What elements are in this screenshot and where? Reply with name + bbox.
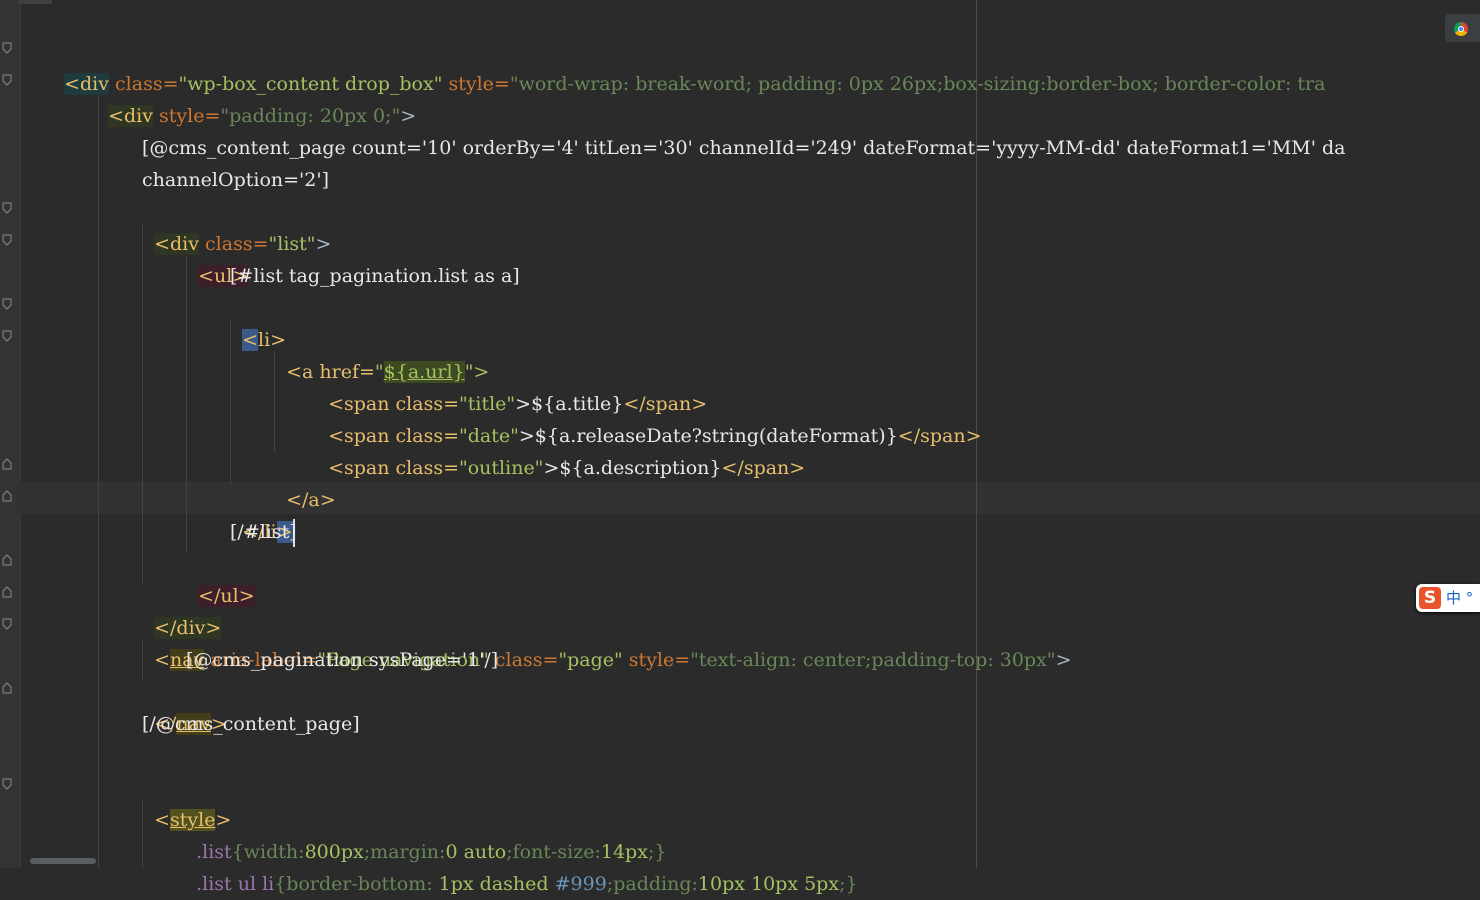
css-text: {border-bottom: xyxy=(274,873,439,895)
chrome-icon[interactable] xyxy=(1454,22,1468,36)
code-line-8[interactable]: [#list tag_pagination.list as a] xyxy=(230,260,520,292)
code-line-19[interactable]: <nav aria-label="Page navigation" class=… xyxy=(142,612,1071,671)
css-value: 10px 10px 5px xyxy=(697,873,840,895)
nav-bracket: < xyxy=(154,649,171,671)
code-line-20[interactable]: [@cms_pagination sysPage='1'/] xyxy=(186,644,498,676)
span-close-tag: </span> xyxy=(721,457,806,479)
code-line-14[interactable]: </a> xyxy=(274,452,336,511)
fold-marker-icon[interactable] xyxy=(2,298,12,310)
css-value: 1px dashed xyxy=(438,873,549,895)
fold-marker-icon[interactable] xyxy=(2,74,12,86)
span-tag: <span class= xyxy=(328,457,459,479)
tag-close: > xyxy=(1055,649,1072,671)
attr-value: "padding: 20px 0;" xyxy=(220,105,401,127)
attr-name: class= xyxy=(488,649,559,671)
css-text: ;} xyxy=(839,873,858,895)
div-tag: <div xyxy=(108,105,153,127)
expression: >${a.description} xyxy=(543,457,722,479)
css-color: #999 xyxy=(548,873,607,895)
code-line-6[interactable]: <div class="list"> xyxy=(142,196,331,255)
attr-name: style= xyxy=(622,649,691,671)
code-line-24[interactable]: <style> xyxy=(142,772,231,831)
indent-guide xyxy=(186,256,187,552)
code-line-10[interactable]: <a href="${a.url}"> xyxy=(274,324,489,383)
span-close-tag: </span> xyxy=(897,425,982,447)
code-line-12[interactable]: <span class="date">${a.releaseDate?strin… xyxy=(316,388,981,447)
attr-name: style= xyxy=(442,73,510,95)
tag-close: > xyxy=(400,105,417,127)
fold-marker-icon[interactable] xyxy=(2,202,12,214)
fold-marker-icon[interactable] xyxy=(2,778,12,790)
fold-marker-icon[interactable] xyxy=(2,234,12,246)
fold-end-icon[interactable] xyxy=(2,554,12,566)
attr-value: "word-wrap: break-word; padding: 0px 26p… xyxy=(509,73,1326,95)
code-line-15[interactable]: </li> xyxy=(230,484,295,547)
fold-marker-icon[interactable] xyxy=(2,330,12,342)
code-line-4[interactable]: [@cms_content_page count='10' orderBy='4… xyxy=(142,132,1346,164)
attr-value: "outline" xyxy=(459,457,544,479)
code-line-16[interactable]: [/#list] xyxy=(230,516,297,548)
attr-value: "page" xyxy=(558,649,623,671)
fold-marker-icon[interactable] xyxy=(2,618,12,630)
indent-guide xyxy=(142,224,143,584)
css-selector: .list ul li xyxy=(196,873,275,895)
li-tag-bracket: < xyxy=(242,329,259,351)
fold-end-icon[interactable] xyxy=(2,586,12,598)
attr-name: style= xyxy=(153,105,221,127)
fold-end-icon[interactable] xyxy=(2,458,12,470)
code-line-9[interactable]: <li> xyxy=(230,292,286,351)
tag-close: > xyxy=(315,233,332,255)
fold-end-icon[interactable] xyxy=(2,490,12,502)
code-line-25[interactable]: .list{width:800px;margin:0 auto;font-siz… xyxy=(184,804,666,863)
code-line-13[interactable]: <span class="outline">${a.description}</… xyxy=(316,420,805,479)
code-line-2[interactable]: <div style="padding: 20px 0;"> xyxy=(96,68,416,127)
code-line-11[interactable]: <span class="title">${a.title}</span> xyxy=(316,356,707,415)
code-line-22[interactable]: [/@cms_content_page] xyxy=(142,708,360,740)
code-line-5[interactable]: channelOption='2'] xyxy=(142,164,329,196)
sogou-logo-icon: S xyxy=(1419,587,1441,609)
editor-gutter xyxy=(0,0,21,868)
fold-end-icon[interactable] xyxy=(2,682,12,694)
css-text: ;padding: xyxy=(606,873,698,895)
attr-value: "list" xyxy=(268,233,316,255)
style-bracket: < xyxy=(154,809,171,831)
code-line-21[interactable]: </nav> xyxy=(142,676,227,735)
code-line-7[interactable]: <ul> xyxy=(186,228,249,287)
scroll-marker xyxy=(18,0,52,4)
fold-marker-icon[interactable] xyxy=(2,42,12,54)
ime-toolbar[interactable]: S 中 ° xyxy=(1416,584,1480,612)
attr-value: "text-align: center;padding-top: 30px" xyxy=(690,649,1056,671)
code-line-18[interactable]: </div> xyxy=(142,580,222,639)
horizontal-scrollbar[interactable] xyxy=(30,858,96,864)
code-line-1[interactable]: <div class="wp-box_content drop_box" sty… xyxy=(52,36,1325,95)
ime-mode-indicator[interactable]: 中 ° xyxy=(1446,587,1473,609)
code-line-17[interactable]: </ul> xyxy=(186,548,255,607)
indent-guide xyxy=(98,96,99,868)
code-line-26[interactable]: .list ul li{border-bottom: 1px dashed #9… xyxy=(184,836,857,895)
